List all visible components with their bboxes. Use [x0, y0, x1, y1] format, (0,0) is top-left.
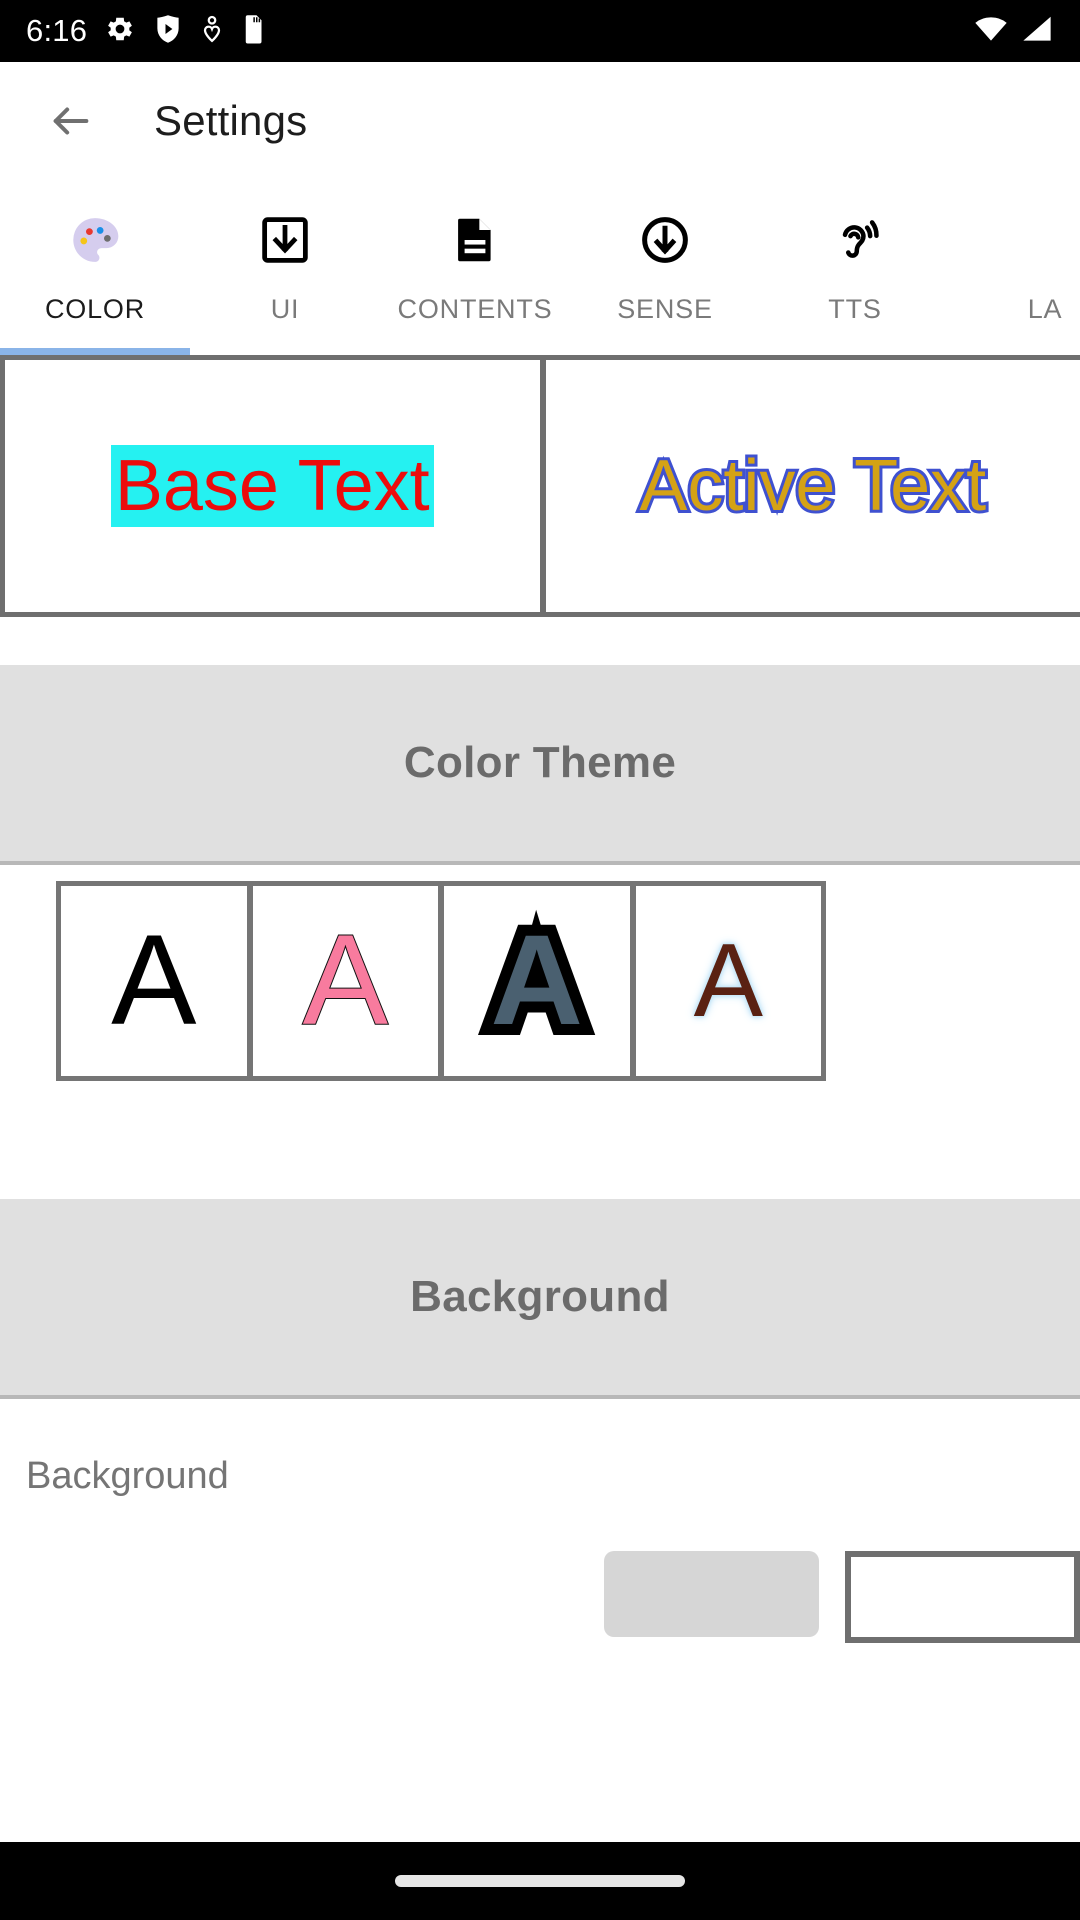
theme-swatch-letter: A — [111, 909, 197, 1052]
spacer-above-color-theme — [0, 617, 1080, 665]
theme-swatch-brown-glow[interactable]: A — [635, 886, 821, 1076]
theme-swatch-letter: A — [479, 906, 594, 1056]
background-row-label: Background — [26, 1455, 229, 1497]
tab-label-color: COLOR — [44, 294, 146, 324]
sd-card-icon — [243, 14, 265, 49]
tab-color[interactable]: COLOR — [0, 180, 190, 355]
active-text-sample: Active Text — [636, 443, 989, 529]
back-button[interactable] — [40, 90, 102, 152]
active-text-preview[interactable]: Active Text — [545, 360, 1080, 612]
tab-label-tts: TTS — [828, 294, 882, 324]
document-lines-icon — [449, 208, 501, 272]
tab-active-indicator — [0, 348, 190, 355]
theme-swatch-letter: A — [302, 909, 389, 1052]
tab-sense[interactable]: SENSE — [570, 180, 760, 355]
theme-swatch-dark-slate[interactable]: A — [444, 886, 630, 1076]
wifi-icon — [974, 14, 1008, 49]
text-preview-row: Base Text Active Text — [0, 355, 1080, 617]
tab-label-ui: UI — [270, 294, 300, 324]
system-nav-bar — [0, 1842, 1080, 1920]
background-controls — [604, 1551, 1080, 1643]
page-title: Settings — [154, 97, 308, 144]
tab-label-contents: CONTENTS — [397, 294, 553, 324]
color-theme-swatch-strip: A A A A — [56, 881, 826, 1081]
tab-contents[interactable]: CONTENTS — [380, 180, 570, 355]
app-bar: Settings — [0, 62, 1080, 180]
shield-play-icon — [155, 14, 181, 49]
download-box-icon — [259, 208, 311, 272]
background-color-chip[interactable] — [604, 1551, 819, 1637]
signal-icon — [1020, 14, 1054, 49]
heart-location-icon — [201, 14, 223, 49]
spacer-above-background — [0, 1081, 1080, 1199]
status-bar: 6:16 — [0, 0, 1080, 62]
status-right-icons — [974, 14, 1054, 49]
palette-icon — [67, 208, 123, 272]
back-arrow-icon — [53, 107, 89, 135]
theme-swatch-letter: A — [693, 923, 763, 1039]
background-header: Background — [0, 1199, 1080, 1395]
color-theme-header-label: Color Theme — [403, 738, 677, 787]
status-left-icons — [105, 14, 265, 49]
status-time: 6:16 — [26, 13, 88, 48]
tab-label-la: LA — [1027, 294, 1063, 324]
background-preview-box[interactable] — [845, 1551, 1080, 1643]
background-header-label: Background — [410, 1272, 670, 1321]
background-setting-row[interactable]: Background — [0, 1399, 1080, 1643]
home-indicator[interactable] — [395, 1875, 685, 1887]
tab-tts[interactable]: TTS — [760, 180, 950, 355]
theme-swatch-black[interactable]: A — [61, 886, 247, 1076]
base-text-preview[interactable]: Base Text — [5, 360, 540, 612]
tab-bar: COLOR UI CONTENTS SENSE TTS LA — [0, 180, 1080, 355]
tab-ui[interactable]: UI — [190, 180, 380, 355]
tab-label-sense: SENSE — [617, 294, 713, 324]
color-theme-header: Color Theme — [0, 665, 1080, 861]
color-theme-section: A A A A — [0, 865, 1080, 1081]
tab-la[interactable]: LA — [950, 180, 1080, 355]
circle-arrow-down-icon — [639, 208, 691, 272]
gear-icon — [105, 14, 135, 49]
ear-sound-icon — [829, 208, 881, 272]
base-text-sample: Base Text — [110, 445, 434, 527]
theme-swatch-pink[interactable]: A — [252, 886, 438, 1076]
